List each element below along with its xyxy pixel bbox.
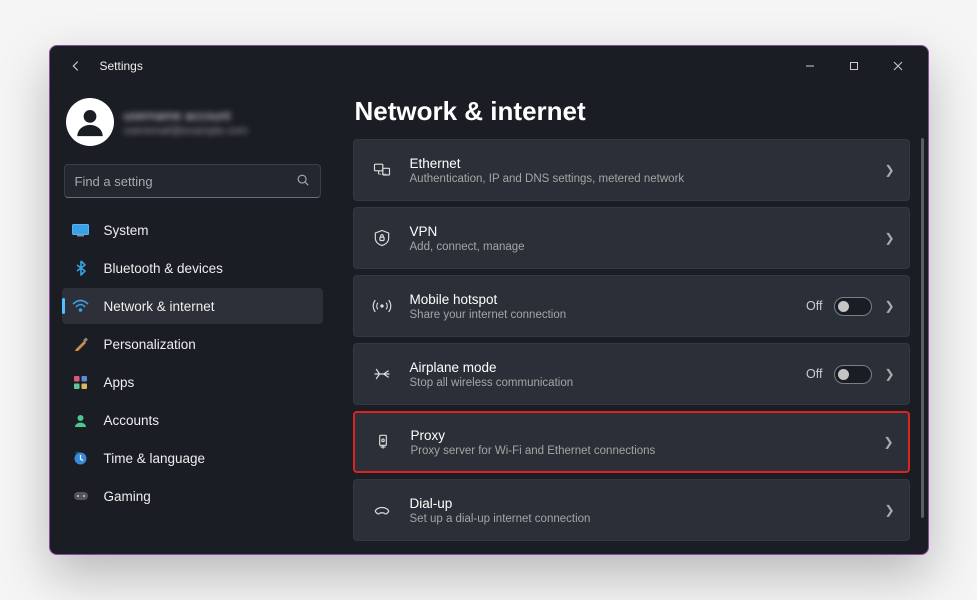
- maximize-button[interactable]: [832, 51, 876, 81]
- sidebar-item-time[interactable]: Time & language: [62, 440, 323, 476]
- time-icon: [72, 451, 90, 466]
- card-title: Airplane mode: [410, 360, 792, 375]
- sidebar-item-label: Bluetooth & devices: [104, 261, 223, 276]
- dialup-icon: [368, 500, 396, 520]
- network-icon: [72, 299, 90, 313]
- user-email: useremail@example.com: [124, 125, 248, 137]
- card-title: Dial-up: [410, 496, 871, 511]
- sidebar-item-system[interactable]: System: [62, 212, 323, 248]
- sidebar-item-label: Apps: [104, 375, 135, 390]
- main-panel: Network & internet Ethernet Authenticati…: [335, 86, 928, 554]
- card-subtitle: Authentication, IP and DNS settings, met…: [410, 173, 871, 185]
- chevron-right-icon: ❯: [884, 163, 894, 177]
- sidebar-item-apps[interactable]: Apps: [62, 364, 323, 400]
- card-ethernet[interactable]: Ethernet Authentication, IP and DNS sett…: [353, 139, 910, 201]
- search-box[interactable]: [64, 164, 321, 198]
- titlebar: Settings: [50, 46, 928, 86]
- ethernet-icon: [368, 160, 396, 180]
- card-subtitle: Add, connect, manage: [410, 241, 871, 253]
- card-subtitle: Share your internet connection: [410, 309, 792, 321]
- bluetooth-icon: [72, 260, 90, 276]
- card-proxy[interactable]: Proxy Proxy server for Wi-Fi and Etherne…: [353, 411, 910, 473]
- hotspot-icon: [368, 296, 396, 316]
- apps-icon: [72, 375, 90, 390]
- sidebar-item-personalization[interactable]: Personalization: [62, 326, 323, 362]
- sidebar-item-gaming[interactable]: Gaming: [62, 478, 323, 514]
- account-icon: [72, 413, 90, 428]
- close-button[interactable]: [876, 51, 920, 81]
- system-icon: [72, 224, 90, 237]
- sidebar-item-label: Network & internet: [104, 299, 215, 314]
- card-vpn[interactable]: VPN Add, connect, manage ❯: [353, 207, 910, 269]
- card-title: Mobile hotspot: [410, 292, 792, 307]
- card-dialup[interactable]: Dial-up Set up a dial-up internet connec…: [353, 479, 910, 541]
- proxy-icon: [369, 432, 397, 452]
- toggle-label: Off: [806, 299, 822, 313]
- sidebar-item-label: System: [104, 223, 149, 238]
- chevron-right-icon: ❯: [884, 367, 894, 381]
- settings-window: Settings username account useremail@exam…: [49, 45, 929, 555]
- sidebar-item-label: Gaming: [104, 489, 151, 504]
- chevron-right-icon: ❯: [884, 299, 894, 313]
- search-input[interactable]: [75, 174, 296, 189]
- card-title: Proxy: [411, 428, 870, 443]
- card-subtitle: Stop all wireless communication: [410, 377, 792, 389]
- user-block[interactable]: username account useremail@example.com: [62, 92, 323, 160]
- sidebar-item-label: Accounts: [104, 413, 160, 428]
- nav-list: System Bluetooth & devices Network & int…: [62, 212, 323, 514]
- avatar: [66, 98, 114, 146]
- user-name: username account: [124, 108, 248, 123]
- chevron-right-icon: ❯: [884, 503, 894, 517]
- minimize-button[interactable]: [788, 51, 832, 81]
- paint-icon: [72, 336, 90, 352]
- airplane-icon: [368, 364, 396, 384]
- sidebar: username account useremail@example.com S…: [50, 86, 335, 554]
- chevron-right-icon: ❯: [883, 435, 893, 449]
- search-icon: [296, 173, 310, 190]
- hotspot-toggle[interactable]: [834, 297, 872, 316]
- card-subtitle: Proxy server for Wi-Fi and Ethernet conn…: [411, 445, 870, 457]
- card-hotspot[interactable]: Mobile hotspot Share your internet conne…: [353, 275, 910, 337]
- sidebar-item-label: Personalization: [104, 337, 196, 352]
- sidebar-item-network[interactable]: Network & internet: [62, 288, 323, 324]
- card-subtitle: Set up a dial-up internet connection: [410, 513, 871, 525]
- chevron-right-icon: ❯: [884, 231, 894, 245]
- page-title: Network & internet: [353, 90, 910, 139]
- back-button[interactable]: [66, 56, 86, 76]
- gaming-icon: [72, 490, 90, 502]
- card-airplane[interactable]: Airplane mode Stop all wireless communic…: [353, 343, 910, 405]
- sidebar-item-bluetooth[interactable]: Bluetooth & devices: [62, 250, 323, 286]
- toggle-label: Off: [806, 367, 822, 381]
- sidebar-item-accounts[interactable]: Accounts: [62, 402, 323, 438]
- window-title: Settings: [100, 59, 143, 73]
- main-scrollbar[interactable]: [921, 138, 924, 518]
- card-title: Ethernet: [410, 156, 871, 171]
- vpn-icon: [368, 228, 396, 248]
- card-title: VPN: [410, 224, 871, 239]
- sidebar-item-label: Time & language: [104, 451, 206, 466]
- airplane-toggle[interactable]: [834, 365, 872, 384]
